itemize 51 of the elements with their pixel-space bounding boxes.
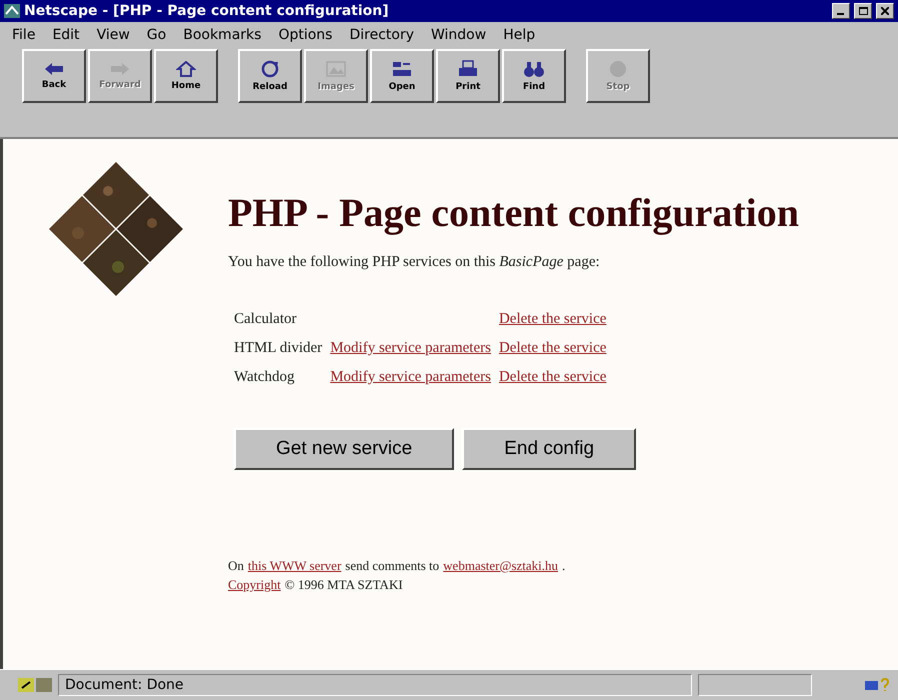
minimize-button[interactable] [832,3,850,19]
toolbar-button[interactable]: Reload [238,49,302,103]
menu-item[interactable]: View [96,27,130,43]
menu-item[interactable]: Options [278,27,332,43]
menu-item[interactable]: Directory [349,27,414,43]
close-icon [881,7,889,15]
menu-item[interactable]: File [12,27,36,43]
footer-text: On [228,558,244,574]
page-heading: PHP - Page content configuration [228,189,800,236]
service-name: Calculator [234,311,298,328]
toolbar-button[interactable]: Home [154,49,218,103]
footer-link[interactable]: webmaster@sztaki.hu [443,558,558,574]
modify-link[interactable]: Modify service parameters [330,369,491,386]
delete-link[interactable]: Delete the service [498,311,606,328]
maximize-icon [858,7,868,15]
delete-link[interactable]: Delete the service [498,340,606,357]
arrow-right-icon [109,62,131,76]
toolbar-button[interactable]: Back [22,49,86,103]
reload-icon [260,60,280,78]
toolbar-button[interactable]: Open [370,49,434,103]
close-button[interactable] [876,3,894,19]
intro-text: You have the following PHP services on this BasicPage page: [228,254,601,271]
window-title: Netscape - [PHP - Page content configuration] [24,3,390,19]
printer-icon [457,60,479,78]
toolbar-button[interactable]: Find [502,49,566,103]
house-icon [176,61,196,77]
status-text: Document: Done [58,674,692,696]
stop-icon [608,60,628,78]
picture-frame-icon [325,60,347,78]
arrow-left-icon [43,62,65,76]
form-button[interactable]: Get new service [234,428,454,470]
footer-text: . [562,558,566,574]
footer-text: send comments to [345,558,440,574]
form-button[interactable]: End config [462,428,636,470]
menu-item[interactable]: Go [146,27,166,43]
footer-link[interactable]: Copyright [228,577,281,593]
binoculars-icon [523,60,545,78]
menu-item[interactable]: Window [431,27,486,43]
service-name: Watchdog [234,369,296,386]
delete-link[interactable]: Delete the service [498,369,606,386]
app-icon [4,4,20,18]
toolbar-button[interactable]: Print [436,49,500,103]
footer-link[interactable]: this WWW server [248,558,342,574]
menu-item[interactable]: Bookmarks [183,27,262,43]
footer-text: © 1996 MTA SZTAKI [284,577,403,593]
menu-item[interactable]: Help [503,27,536,43]
service-name: HTML divider [234,340,322,357]
mail-icon [864,678,890,692]
menu-item[interactable]: Edit [52,27,80,43]
maximize-button[interactable] [854,3,872,19]
modify-link[interactable]: Modify service parameters [330,340,491,357]
